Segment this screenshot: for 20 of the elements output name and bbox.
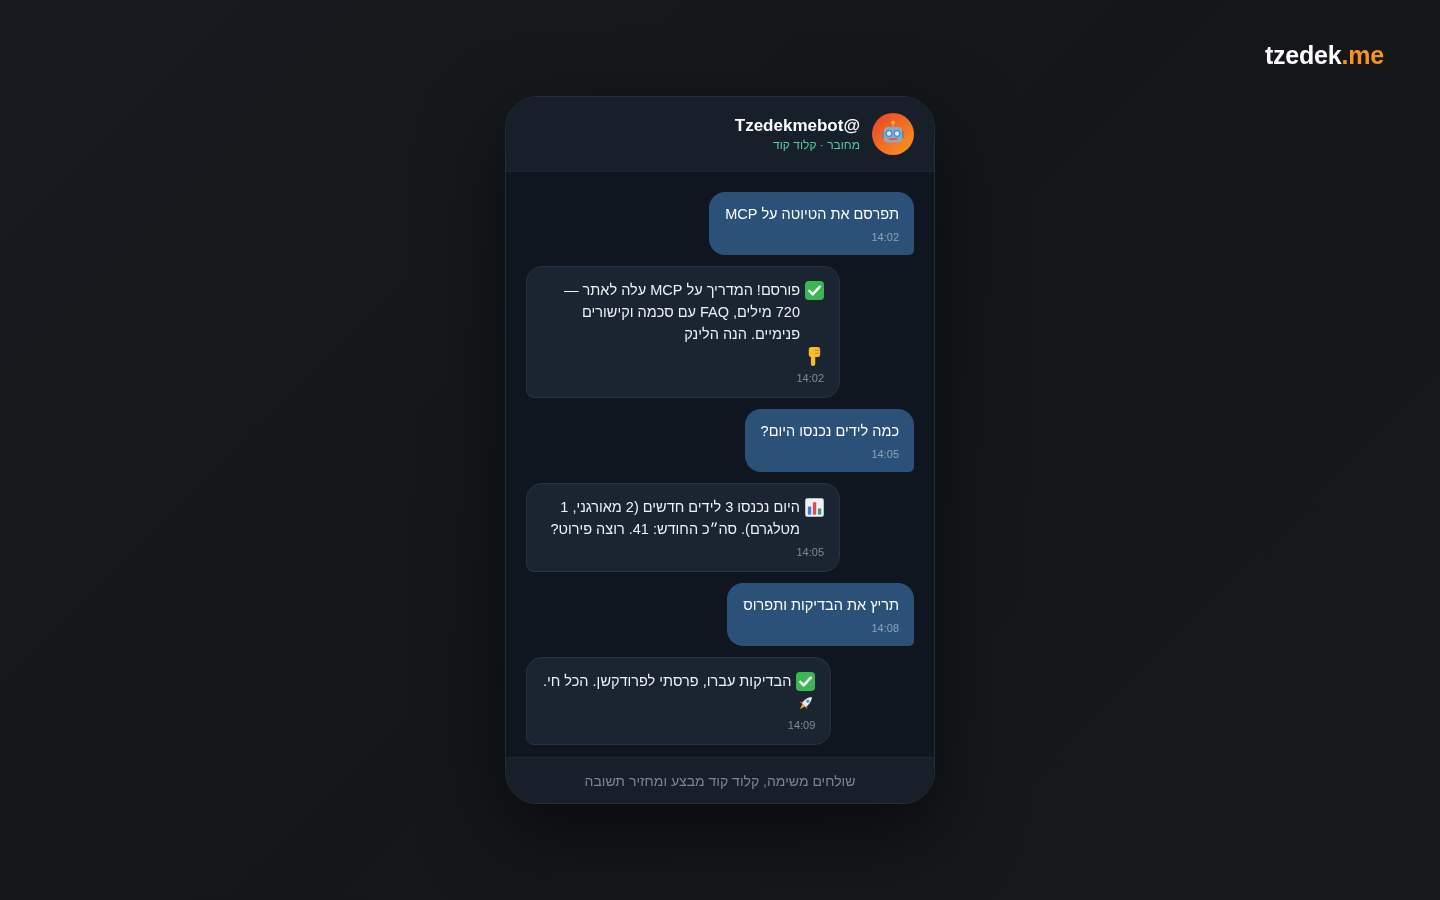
check-icon [805,281,824,300]
message-time: 14:02 [871,230,899,245]
message-time: 14:08 [871,621,899,636]
message-text: הבדיקות עברו, פרסתי לפרודקשן. הכל חי. [543,672,792,691]
message-text: תפרסם את הטיוטה על MCP [725,205,899,224]
message-text: תריץ את הבדיקות ותפרוס [743,596,899,615]
footer-note: שולחים משימה, קלוד קוד מבצע ומחזיר תשובה [584,771,856,790]
message-text: כמה לידים נכנסו היום? [760,422,899,441]
message-time: 14:05 [871,447,899,462]
bot-name: @Tzedekmebot [734,115,860,136]
logo-text: tzedek.me [1264,40,1384,71]
message-time: 14:02 [796,371,824,386]
check-icon [796,672,816,691]
status-text: מחובר · קלוד קוד [773,136,860,153]
message-text: היום נכנסו 3 לידים חדשים (2 מאורגני, 1 מטלגרם). סה״כ החודש: 41. רוצה פירוט? [549,498,800,539]
message-time: 14:09 [787,718,816,733]
message-text: פורסם! המדריך על MCP עלה לאתר — 720 מילים, FAQ עם סכמה וקישורים פנימיים. הנה הלינק [563,281,800,344]
message-time: 14:05 [796,545,824,560]
bar-chart-icon [805,498,824,517]
robot-avatar-icon [872,113,914,155]
